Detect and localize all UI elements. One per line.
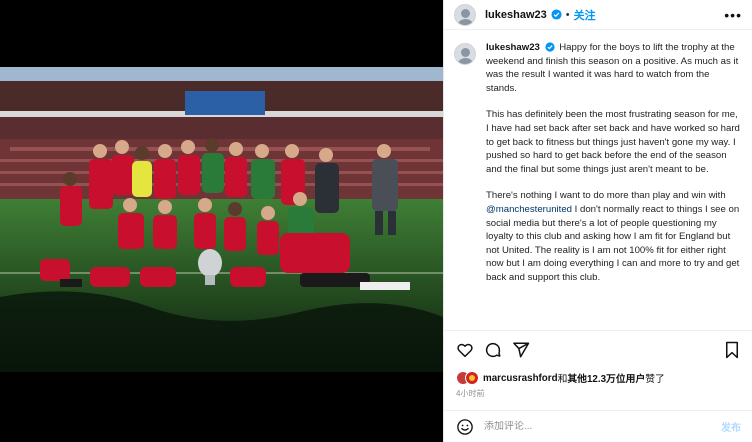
caption-section: lukeshaw23 Happy for the boys to lift th… bbox=[444, 31, 752, 330]
likes-suffix: 赞了 bbox=[645, 374, 665, 385]
post-side-panel: lukeshaw23 • 关注 ••• lukeshaw23 Happy for… bbox=[443, 0, 752, 442]
club-badge-icon bbox=[465, 371, 479, 385]
author-avatar[interactable] bbox=[454, 3, 476, 26]
post-comment-button[interactable]: 发布 bbox=[721, 419, 741, 434]
post-dialog: lukeshaw23 • 关注 ••• lukeshaw23 Happy for… bbox=[0, 0, 752, 442]
bookmark-icon[interactable] bbox=[723, 341, 741, 359]
liker-username[interactable]: marcusrashford bbox=[483, 373, 558, 384]
caption-paragraph-3-end: I don't normally react to things I see o… bbox=[486, 203, 740, 283]
verified-badge-icon bbox=[551, 9, 562, 20]
likes-summary[interactable]: marcusrashford 和 其他12.3万位用户 赞了 bbox=[456, 371, 665, 385]
likes-count[interactable]: 其他12.3万位用户 bbox=[567, 371, 645, 385]
post-header: lukeshaw23 • 关注 ••• bbox=[444, 0, 752, 30]
caption-text: lukeshaw23 Happy for the boys to lift th… bbox=[486, 41, 741, 330]
author-username[interactable]: lukeshaw23 bbox=[485, 9, 547, 21]
post-photo[interactable] bbox=[0, 67, 443, 372]
mention-link[interactable]: @manchesterunited bbox=[486, 204, 572, 215]
caption-paragraph-2: This has definitely been the most frustr… bbox=[486, 109, 740, 175]
separator-dot: • bbox=[565, 8, 570, 21]
comment-icon[interactable] bbox=[484, 341, 502, 359]
caption-paragraph-3-start: There's nothing I want to do more than p… bbox=[486, 190, 726, 202]
caption-paragraph-1: lukeshaw23 Happy for the boys to lift th… bbox=[486, 41, 741, 95]
caption-paragraph-3: There's nothing I want to do more than p… bbox=[486, 189, 741, 284]
more-horizontal-icon[interactable]: ••• bbox=[724, 7, 742, 23]
post-media bbox=[0, 0, 443, 442]
team-celebration-image bbox=[0, 67, 443, 372]
share-icon[interactable] bbox=[512, 341, 530, 359]
post-timestamp[interactable]: 4小时前 bbox=[456, 388, 484, 399]
caption-username[interactable]: lukeshaw23 bbox=[486, 42, 540, 53]
emoji-icon[interactable] bbox=[456, 418, 474, 436]
caption-avatar[interactable] bbox=[454, 43, 476, 65]
verified-badge-icon bbox=[544, 42, 555, 53]
comment-input[interactable] bbox=[484, 421, 721, 432]
heart-icon[interactable] bbox=[456, 341, 474, 359]
likes-connector: 和 bbox=[557, 374, 568, 385]
follow-button[interactable]: 关注 bbox=[574, 7, 596, 23]
comment-bar: 发布 bbox=[444, 410, 752, 442]
action-bar bbox=[444, 330, 752, 368]
